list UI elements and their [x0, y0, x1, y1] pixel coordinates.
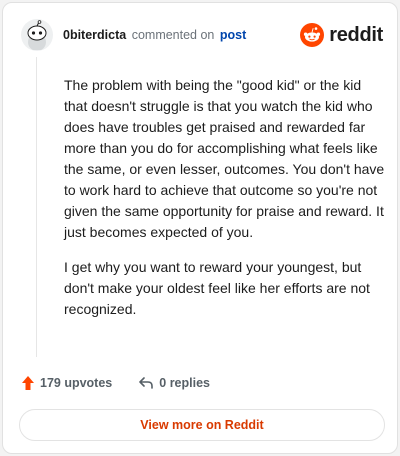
reply-arrow-icon [139, 377, 154, 389]
replies-button[interactable]: 0 replies [138, 376, 210, 390]
reply-count: 0 replies [159, 376, 210, 390]
view-more-button[interactable]: View more on Reddit [19, 409, 385, 441]
comment-meta: 0biterdicta commented on post [63, 28, 246, 42]
upvote-arrow-icon [22, 376, 34, 390]
upvote-count: 179 upvotes [40, 376, 113, 390]
comment-paragraph: I get why you want to reward your younge… [64, 259, 370, 317]
reddit-snoo-icon [300, 23, 325, 47]
reddit-logo[interactable]: reddit [300, 23, 383, 47]
username-link[interactable]: 0biterdicta [63, 28, 126, 42]
upvote-button[interactable]: 179 upvotes [21, 375, 112, 391]
comment-embed-card: 0biterdicta commented on post reddit The… [2, 2, 398, 454]
reddit-wordmark: reddit [329, 23, 383, 46]
action-text: commented on [131, 28, 215, 42]
snoo-avatar-icon [27, 20, 47, 50]
avatar[interactable] [21, 19, 53, 51]
comment-header: 0biterdicta commented on post reddit [21, 17, 383, 53]
comment-paragraph: The problem with being the "good kid" or… [64, 77, 385, 240]
comment-body: The problem with being the "good kid" or… [64, 75, 386, 334]
thread-line [36, 57, 37, 357]
comment-actions: 179 upvotes 0 replies [21, 375, 210, 391]
post-link[interactable]: post [220, 28, 246, 42]
